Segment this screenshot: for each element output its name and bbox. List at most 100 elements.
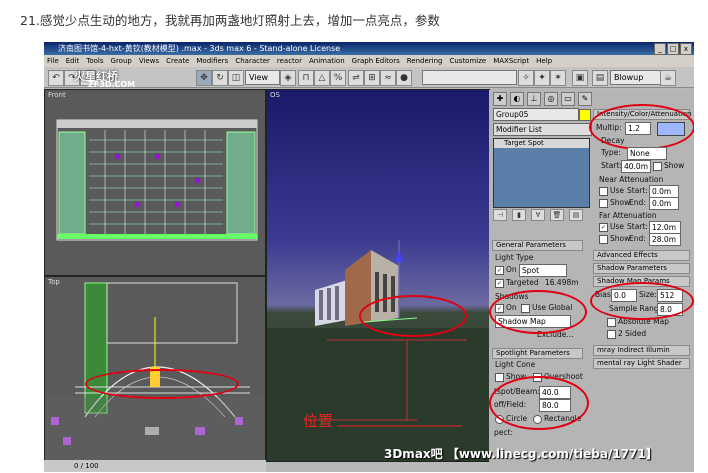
menu-tools[interactable]: Tools <box>86 55 103 67</box>
menu-customize[interactable]: Customize <box>449 55 486 67</box>
show-end-icon[interactable]: ▮ <box>512 209 526 221</box>
targeted-checkbox[interactable]: ✓ Targeted <box>495 278 539 288</box>
named-selection-set[interactable] <box>422 70 517 85</box>
menu-help[interactable]: Help <box>536 55 552 67</box>
minimize-button[interactable]: _ <box>654 43 666 55</box>
menu-reactor[interactable]: reactor <box>277 55 302 67</box>
render-type-icon[interactable]: ▣ <box>572 70 588 86</box>
mray-indirect-rollout[interactable]: mray Indirect Illumin <box>593 345 690 356</box>
front-elevation-drawing <box>56 119 258 241</box>
close-button[interactable]: x <box>680 43 692 55</box>
near-atten-label: Near Attenuation <box>599 175 664 184</box>
top-viewport[interactable]: Top <box>44 276 266 462</box>
material-editor-icon[interactable]: ● <box>396 70 412 86</box>
reference-coord-select[interactable]: View <box>245 70 280 85</box>
menu-animation[interactable]: Animation <box>309 55 345 67</box>
object-color-swatch[interactable] <box>579 109 591 121</box>
far-end-label: End: <box>629 234 646 243</box>
menu-character[interactable]: Character <box>235 55 270 67</box>
unique-icon[interactable]: ∀ <box>531 209 545 221</box>
menu-views[interactable]: Views <box>139 55 159 67</box>
far-start-label: Start: <box>627 222 648 231</box>
far-show-checkbox[interactable]: Show <box>599 234 630 244</box>
teapot-icon[interactable]: ☕ <box>660 70 676 86</box>
menu-file[interactable]: File <box>47 55 59 67</box>
far-use-checkbox[interactable]: ✓ Use <box>599 222 624 232</box>
annotation-arrow <box>337 425 462 427</box>
far-end-spinner[interactable]: 28.0m <box>649 233 681 246</box>
decay-start-label: Start: <box>601 161 622 170</box>
general-params-rollout[interactable]: General Parameters <box>492 240 583 251</box>
perspective-viewport[interactable]: OS 位置 <box>266 89 490 462</box>
render-region-select[interactable]: Blowup <box>610 70 661 85</box>
forum-watermark: 3Dmax吧 【www.linecg.com/tieba/1771】 <box>384 447 658 461</box>
menu-create[interactable]: Create <box>166 55 189 67</box>
menu-edit[interactable]: Edit <box>66 55 80 67</box>
utilities-tab-icon[interactable]: ✎ <box>578 92 592 106</box>
annotation-ellipse-shadow-map <box>590 282 694 320</box>
percent-snap-icon[interactable]: % <box>330 70 346 86</box>
two-sided-checkbox[interactable]: 2 Sided <box>607 329 646 339</box>
modify-tab-icon[interactable]: ◐ <box>510 92 524 106</box>
menu-bar: File Edit Tools Group Views Create Modif… <box>44 55 694 67</box>
menu-group[interactable]: Group <box>111 55 132 67</box>
curve-editor-icon[interactable]: ≈ <box>380 70 396 86</box>
decay-show-checkbox[interactable]: Show <box>653 161 684 171</box>
angle-snap-icon[interactable]: △ <box>314 70 330 86</box>
menu-maxscript[interactable]: MAXScript <box>493 55 529 67</box>
window-title: 济南图书馆-4-hxt-黄钦(教材模型) .max - 3ds max 6 - … <box>58 44 341 53</box>
front-viewport[interactable]: Front <box>44 89 266 276</box>
menu-modifiers[interactable]: Modifiers <box>196 55 228 67</box>
timeline-status: 0 / 100 <box>44 460 266 472</box>
near-use-checkbox[interactable]: Use <box>599 186 624 196</box>
render-last-icon[interactable]: ✶ <box>550 70 566 86</box>
main-toolbar: ↶ ↷ ∞ ✥ ↻ ◫ View ◈ ⊓ △ % ⇌ ⊞ ≈ ● ✧ ✦ ✶ ▣… <box>44 67 694 88</box>
create-tab-icon[interactable]: ✚ <box>493 92 507 106</box>
mental-ray-shader-rollout[interactable]: mental ray Light Shader <box>593 358 690 369</box>
align-icon[interactable]: ⊞ <box>364 70 380 86</box>
undo-icon[interactable]: ↶ <box>48 70 64 86</box>
far-atten-label: Far Attenuation <box>599 211 657 220</box>
display-tab-icon[interactable]: ▭ <box>561 92 575 106</box>
rotate-icon[interactable]: ↻ <box>212 70 228 86</box>
menu-graph-editors[interactable]: Graph Editors <box>352 55 400 67</box>
decay-type-select[interactable]: None <box>627 147 667 160</box>
near-start-label: Start: <box>627 186 648 195</box>
panel-tabs: ✚ ◐ ⊥ ◎ ▭ ✎ <box>493 92 592 106</box>
light-on-checkbox[interactable]: ✓ On <box>495 265 517 275</box>
light-type-select[interactable]: Spot <box>519 264 567 277</box>
maximize-button[interactable]: □ <box>667 43 679 55</box>
hierarchy-tab-icon[interactable]: ⊥ <box>527 92 541 106</box>
pivot-icon[interactable]: ◈ <box>280 70 296 86</box>
scale-icon[interactable]: ◫ <box>228 70 244 86</box>
modifier-stack[interactable]: Target Spot <box>493 138 590 208</box>
target-distance: 16.498m <box>545 278 579 287</box>
configure-icon[interactable]: ▤ <box>569 209 583 221</box>
decay-type-label: Type: <box>601 148 621 157</box>
object-name-field[interactable]: Group05 <box>493 108 579 121</box>
spotlight-params-rollout[interactable]: Spotlight Parameters <box>492 348 583 359</box>
annotation-ellipse-cone <box>489 376 589 430</box>
command-panel: ✚ ◐ ⊥ ◎ ▭ ✎ Group05 Modifier List Target… <box>489 90 694 472</box>
aspect-label: pect: <box>494 428 513 437</box>
modifier-list-select[interactable]: Modifier List <box>493 123 592 136</box>
quick-render-icon[interactable]: ✦ <box>534 70 550 86</box>
site-logo-bottom: ZF3D.COM <box>88 80 136 89</box>
shadow-params-rollout[interactable]: Shadow Parameters <box>593 263 690 274</box>
remove-modifier-icon[interactable]: 🗑 <box>550 209 564 221</box>
advanced-effects-rollout[interactable]: Advanced Effects <box>593 250 690 261</box>
move-icon[interactable]: ✥ <box>196 70 212 86</box>
menu-rendering[interactable]: Rendering <box>407 55 443 67</box>
stack-buttons: ⊣ ▮ ∀ 🗑 ▤ <box>493 209 583 221</box>
render-frame-icon[interactable]: ▤ <box>592 70 608 86</box>
motion-tab-icon[interactable]: ◎ <box>544 92 558 106</box>
decay-start-spinner[interactable]: 40.0m <box>621 160 651 173</box>
mirror-icon[interactable]: ⇌ <box>348 70 364 86</box>
near-show-checkbox[interactable]: Show <box>599 198 630 208</box>
snap-icon[interactable]: ⊓ <box>298 70 314 86</box>
pin-stack-icon[interactable]: ⊣ <box>493 209 507 221</box>
render-scene-icon[interactable]: ✧ <box>518 70 534 86</box>
near-end-spinner[interactable]: 0.0m <box>649 197 679 210</box>
annotation-ellipse-top-view <box>85 369 239 399</box>
modifier-stack-item[interactable]: Target Spot <box>494 139 589 148</box>
